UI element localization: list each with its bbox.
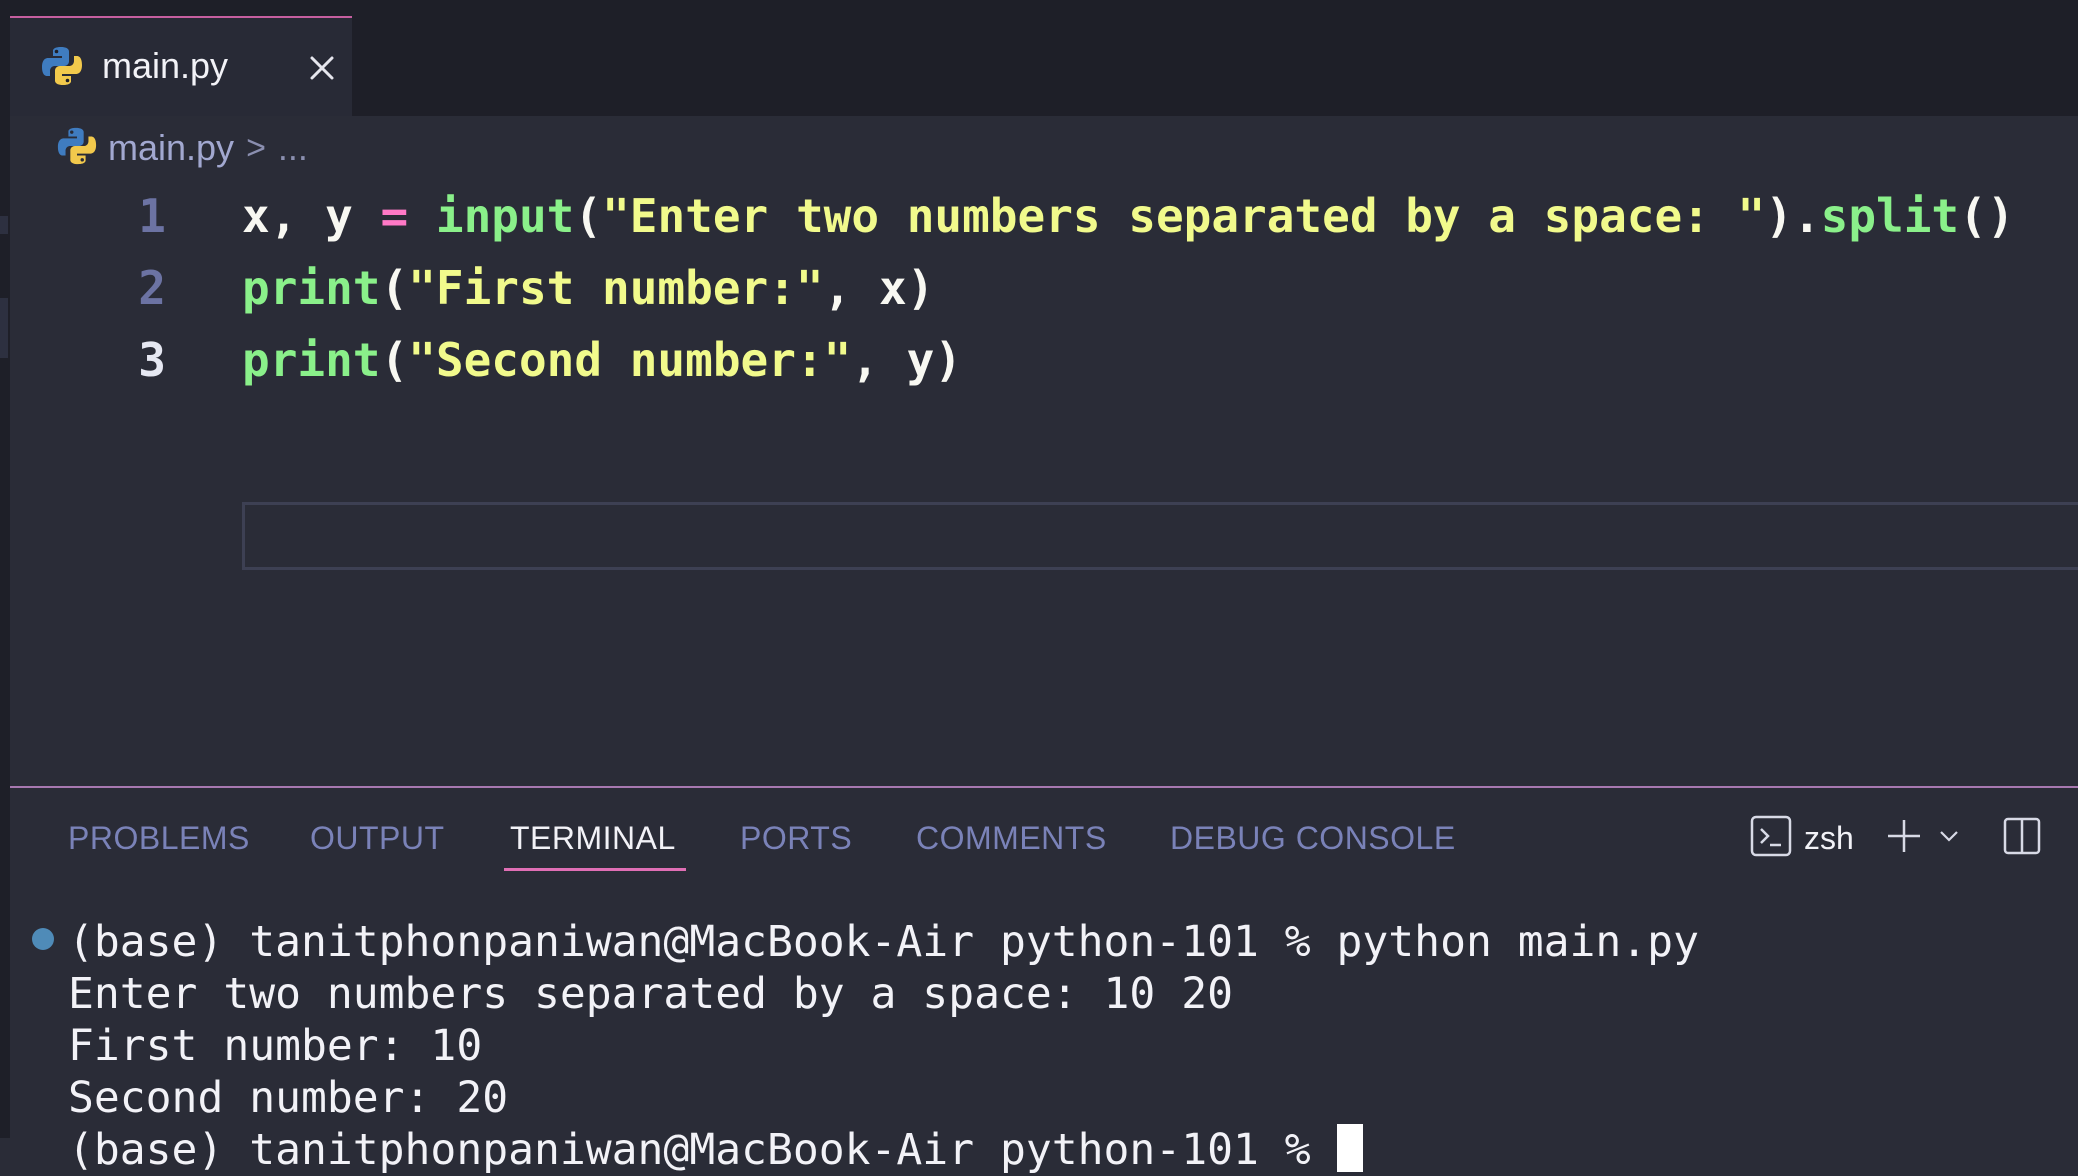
code-token: split [1820,189,1960,243]
tab-output[interactable]: OUTPUT [310,818,445,858]
shell-name[interactable]: zsh [1804,820,1854,857]
tab-ports[interactable]: PORTS [740,818,852,858]
terminal-line: Enter two numbers separated by a space: … [68,969,1233,1019]
code-token: ( [574,189,603,243]
split-panel-icon[interactable] [2002,816,2042,861]
code-token: "First number:" [408,261,824,315]
tab-comments[interactable]: COMMENTS [916,818,1107,858]
close-icon[interactable] [304,50,340,86]
code-token: "Second number:" [408,333,852,387]
python-icon [40,44,84,93]
tab-terminal[interactable]: TERMINAL [510,818,676,858]
tab-debug-console[interactable]: DEBUG CONSOLE [1170,818,1456,858]
active-tab-indicator [504,868,686,871]
plus-icon[interactable] [1884,816,1924,861]
code-line[interactable]: 1 x, y = input("Enter two numbers separa… [0,180,2078,252]
code-token: x, y [242,189,381,243]
code-editor[interactable]: 1 x, y = input("Enter two numbers separa… [0,180,2078,780]
code-token: , x) [823,261,935,315]
prompt-text: (base) tanitphonpaniwan@MacBook-Air pyth… [68,1125,1337,1175]
code-token: print [242,333,381,387]
tab-problems[interactable]: PROBLEMS [68,818,250,858]
line-number: 3 [138,333,166,387]
code-token: input [435,189,575,243]
line-number: 1 [138,189,166,243]
code-text[interactable]: print("Second number:", y) [242,324,962,396]
terminal-icon[interactable] [1750,815,1792,862]
terminal-line: First number: 10 [68,1021,483,1071]
current-line-highlight [242,502,2078,570]
terminal-line: (base) tanitphonpaniwan@MacBook-Air pyth… [68,917,1699,967]
code-token: print [242,261,381,315]
code-text[interactable]: x, y = input("Enter two numbers separate… [242,180,2015,252]
code-token: ( [380,333,409,387]
code-token: () [1959,189,2015,243]
breadcrumb: main.py > ... [56,124,308,172]
chevron-down-icon[interactable] [1936,823,1962,854]
title-bar [0,0,2078,16]
terminal-line: Second number: 20 [68,1073,509,1123]
code-token: ). [1765,189,1821,243]
code-token: ( [380,261,409,315]
code-line[interactable]: 2 print("First number:", x) [0,252,2078,324]
code-token: = [380,189,409,243]
terminal-cursor [1336,1124,1363,1172]
terminal-prompt[interactable]: (base) tanitphonpaniwan@MacBook-Air pyth… [68,1124,1363,1176]
tab-label: main.py [102,45,229,86]
bottom-panel: PROBLEMS OUTPUT TERMINAL PORTS COMMENTS … [10,788,2078,1175]
breadcrumb-more[interactable]: ... [278,127,308,169]
command-status-dot[interactable] [32,928,54,950]
code-line[interactable]: 3 print("Second number:", y) [0,324,2078,396]
breadcrumb-file[interactable]: main.py [108,127,234,169]
breadcrumb-separator: > [246,128,266,167]
tab-main-py[interactable]: main.py [10,16,352,116]
code-text[interactable]: print("First number:", x) [242,252,934,324]
python-icon [56,125,98,172]
terminal-toolbar: zsh [1750,812,2042,864]
code-token: "Enter two numbers separated by a space:… [602,189,1766,243]
line-number: 2 [138,261,166,315]
code-token: , y) [851,333,963,387]
